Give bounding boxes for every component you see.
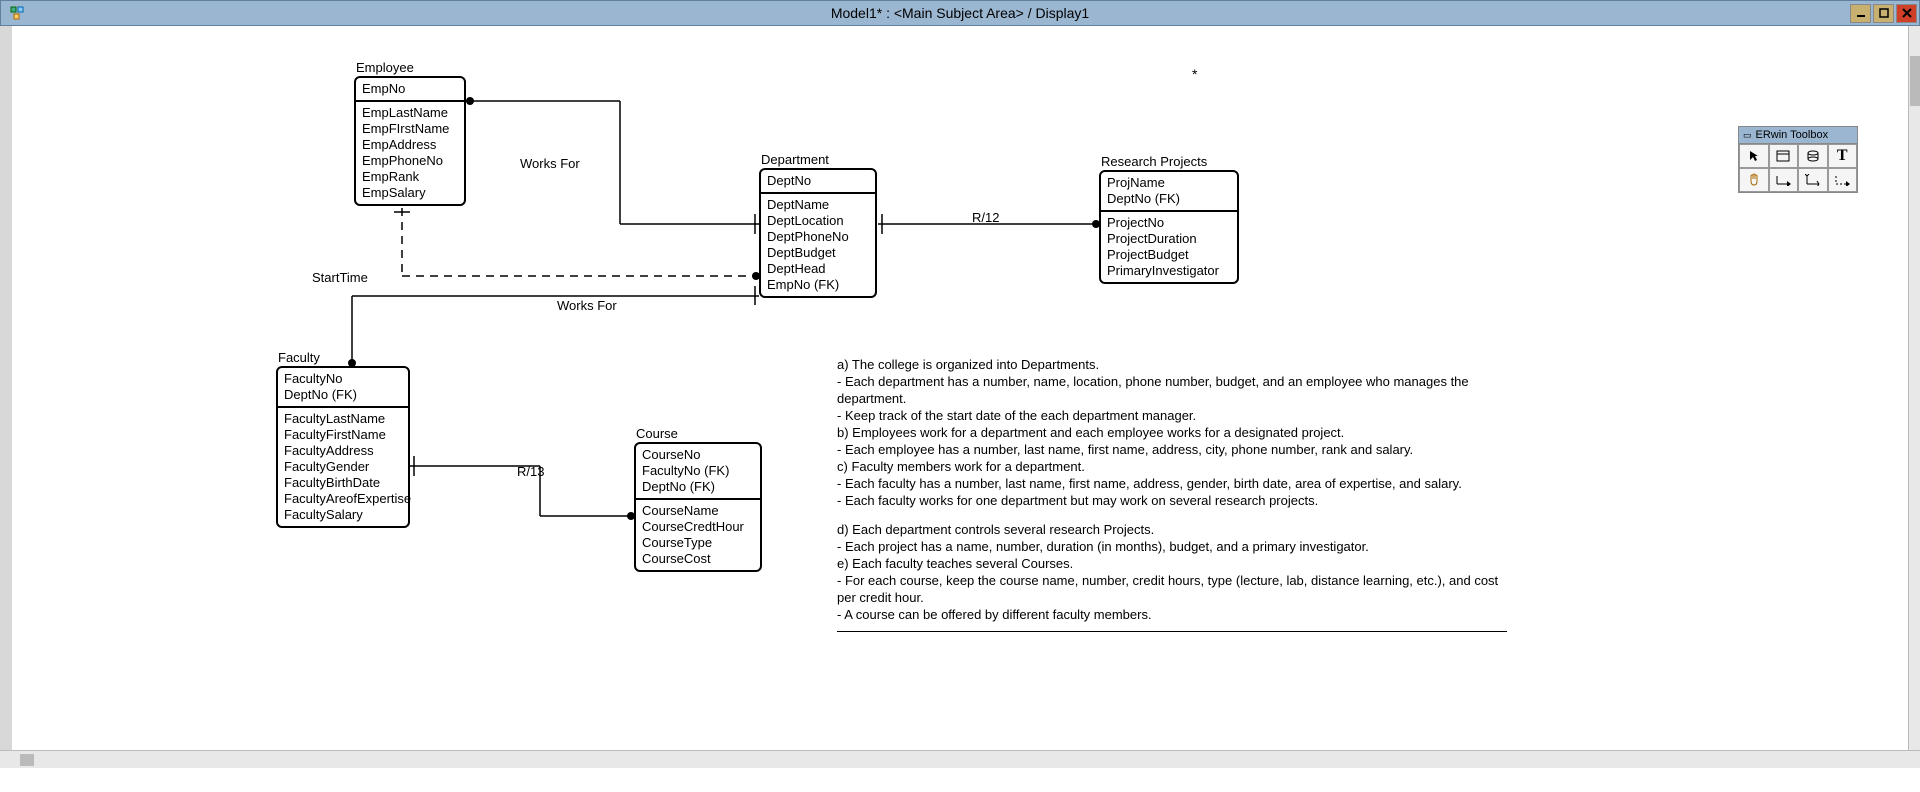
entity-faculty-pk: FacultyNo DeptNo (FK) xyxy=(278,368,408,408)
entity-employee-attrs: EmpLastName EmpFIrstName EmpAddress EmpP… xyxy=(356,102,464,204)
tool-pointer[interactable] xyxy=(1739,144,1769,168)
entity-course-attrs: CourseName CourseCredtHour CourseType Co… xyxy=(636,500,760,570)
app-icon xyxy=(7,3,27,23)
tool-hand[interactable] xyxy=(1739,168,1769,192)
tool-entity[interactable] xyxy=(1769,144,1799,168)
minimize-button[interactable] xyxy=(1850,4,1871,23)
entity-employee-pk: EmpNo xyxy=(356,78,464,102)
toolbox-titlebar[interactable]: ▭ ERwin Toolbox xyxy=(1739,127,1857,144)
entity-research-pk: ProjName DeptNo (FK) xyxy=(1101,172,1237,212)
relationship-label-worksfor2: Works For xyxy=(557,298,617,313)
entity-research-projects[interactable]: Research Projects ProjName DeptNo (FK) P… xyxy=(1099,170,1239,284)
vertical-scrollbar[interactable] xyxy=(1908,26,1920,750)
entity-faculty[interactable]: Faculty FacultyNo DeptNo (FK) FacultyLas… xyxy=(276,366,410,528)
entity-research-title: Research Projects xyxy=(1101,154,1207,169)
maximize-button[interactable] xyxy=(1873,4,1894,23)
toolbox-sysmenu-icon[interactable]: ▭ xyxy=(1743,130,1752,141)
entity-research-attrs: ProjectNo ProjectDuration ProjectBudget … xyxy=(1101,212,1237,282)
description-divider xyxy=(837,631,1507,632)
tool-text[interactable]: T xyxy=(1828,144,1858,168)
entity-department-title: Department xyxy=(761,152,829,167)
entity-department[interactable]: Department DeptNo DeptName DeptLocation … xyxy=(759,168,877,298)
tool-non-identifying-relationship[interactable] xyxy=(1828,168,1858,192)
entity-faculty-attrs: FacultyLastName FacultyFirstName Faculty… xyxy=(278,408,408,526)
entity-faculty-title: Faculty xyxy=(278,350,320,365)
relationship-label-starttime: StartTime xyxy=(312,270,368,285)
tool-identifying-relationship[interactable] xyxy=(1769,168,1799,192)
entity-department-pk: DeptNo xyxy=(761,170,875,194)
entity-course-title: Course xyxy=(636,426,678,441)
relationship-label-r13: R/13 xyxy=(517,464,544,479)
horizontal-scrollbar[interactable] xyxy=(0,750,1920,768)
tool-view[interactable] xyxy=(1798,144,1828,168)
entity-employee[interactable]: Employee EmpNo EmpLastName EmpFIrstName … xyxy=(354,76,466,206)
entity-department-attrs: DeptName DeptLocation DeptPhoneNo DeptBu… xyxy=(761,194,875,296)
toolbox-title-text: ERwin Toolbox xyxy=(1756,129,1829,141)
diagram-canvas[interactable]: * Works For StartTime Works For R/12 R/1… xyxy=(0,26,1920,750)
close-button[interactable] xyxy=(1896,4,1917,23)
vertical-scroll-thumb[interactable] xyxy=(1910,56,1920,106)
description-text: a) The college is organized into Departm… xyxy=(837,356,1507,632)
window-titlebar: Model1* : <Main Subject Area> / Display1 xyxy=(0,0,1920,26)
entity-course-pk: CourseNo FacultyNo (FK) DeptNo (FK) xyxy=(636,444,760,500)
asterisk-marker: * xyxy=(1192,66,1197,82)
entity-course[interactable]: Course CourseNo FacultyNo (FK) DeptNo (F… xyxy=(634,442,762,572)
relationship-label-worksfor1: Works For xyxy=(520,156,580,171)
entity-employee-title: Employee xyxy=(356,60,414,75)
relationship-label-r12: R/12 xyxy=(972,210,999,225)
window-controls xyxy=(1850,4,1919,23)
window-title: Model1* : <Main Subject Area> / Display1 xyxy=(831,5,1089,21)
tool-many-to-many-relationship[interactable] xyxy=(1798,168,1828,192)
erwin-toolbox[interactable]: ▭ ERwin Toolbox T xyxy=(1738,126,1858,193)
horizontal-scroll-thumb[interactable] xyxy=(20,754,34,766)
